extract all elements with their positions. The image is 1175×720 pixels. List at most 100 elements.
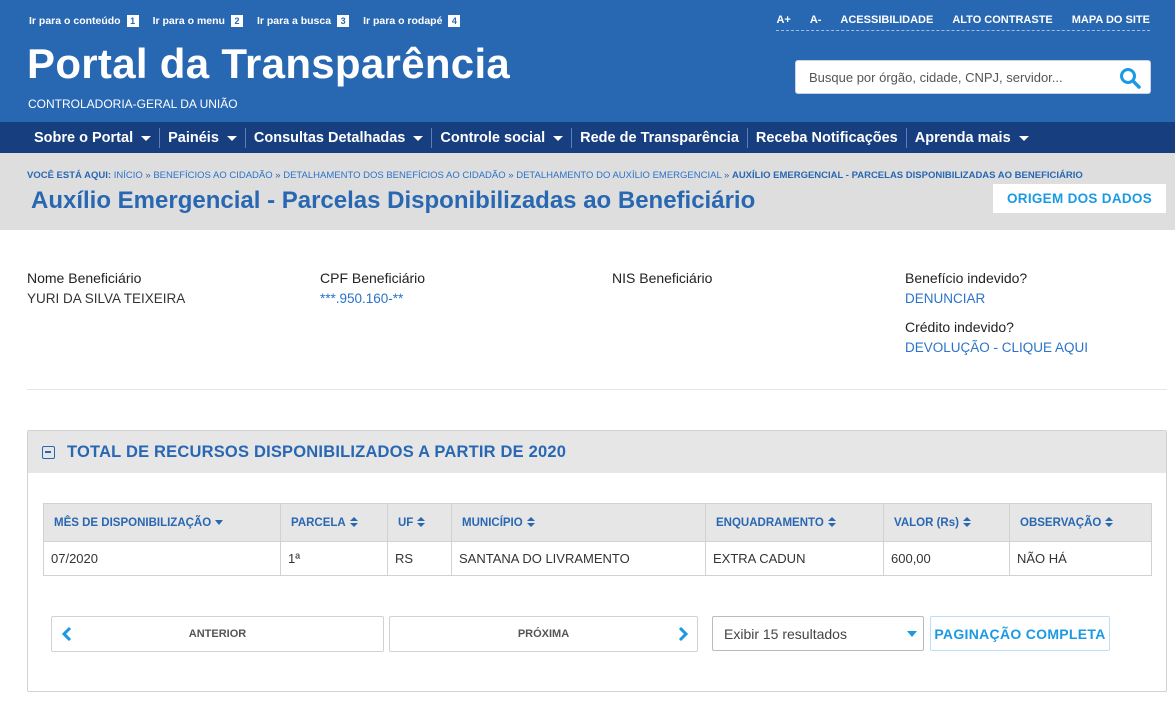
- breadcrumb-separator: »: [142, 170, 154, 181]
- high-contrast-toggle[interactable]: ALTO CONTRASTE: [952, 14, 1052, 26]
- page-title: Auxílio Emergencial - Parcelas Disponibi…: [31, 187, 756, 214]
- breadcrumb: VOCÊ ESTÁ AQUI: INÍCIO » BENEFÍCIOS AO C…: [27, 170, 1083, 181]
- breadcrumb-link-detalhamento-beneficios[interactable]: DETALHAMENTO DOS BENEFÍCIOS AO CIDADÃO: [283, 170, 505, 181]
- chevron-down-icon: [907, 631, 917, 637]
- chevron-down-icon: [226, 135, 237, 141]
- skip-to-content-link[interactable]: Ir para o conteúdo 1: [29, 15, 139, 27]
- breadcrumb-separator: »: [721, 170, 732, 181]
- skip-to-footer-link[interactable]: Ir para o rodapé 4: [363, 15, 461, 27]
- beneficiary-cpf-label: CPF Beneficiário: [320, 270, 426, 286]
- refund-link[interactable]: DEVOLUÇÃO - CLIQUE AQUI: [905, 340, 1088, 355]
- cell-classification: EXTRA CADUN: [705, 541, 884, 576]
- skip-link-label: Ir para o rodapé: [363, 15, 443, 27]
- column-header-value[interactable]: VALOR (Rs): [883, 503, 1010, 542]
- breadcrumb-separator: »: [505, 170, 517, 181]
- previous-page-button[interactable]: ANTERIOR: [51, 616, 384, 652]
- beneficiary-name-value: YURI DA SILVA TEIXEIRA: [27, 291, 186, 306]
- column-header-label: PARCELA: [291, 516, 346, 529]
- undue-benefit-label: Benefício indevido?: [905, 270, 1028, 286]
- sort-icon: [417, 517, 426, 528]
- skip-link-key: 1: [126, 15, 139, 27]
- section-divider: [27, 389, 1167, 390]
- nav-item-label: Controle social: [440, 129, 546, 146]
- nav-item-label: Painéis: [168, 129, 219, 146]
- cell-uf: RS: [387, 541, 452, 576]
- column-header-month[interactable]: MÊS DE DISPONIBILIZAÇÃO: [43, 503, 281, 542]
- next-page-label: PRÓXIMA: [517, 628, 570, 640]
- nav-item-paineis[interactable]: Painéis: [160, 127, 246, 148]
- cell-month: 07/2020: [43, 541, 281, 576]
- report-block: Benefício indevido? DENUNCIAR Crédito in…: [905, 270, 1088, 355]
- search-box: [795, 60, 1151, 94]
- column-header-municipality[interactable]: MUNICÍPIO: [451, 503, 706, 542]
- nav-item-receba-notificacoes[interactable]: Receba Notificações: [748, 127, 907, 148]
- breadcrumb-link-inicio[interactable]: INÍCIO: [114, 170, 143, 181]
- breadcrumb-current: AUXÍLIO EMERGENCIAL - PARCELAS DISPONIBI…: [731, 170, 1083, 181]
- cell-value: 600,00: [883, 541, 1010, 576]
- nav-item-consultas-detalhadas[interactable]: Consultas Detalhadas: [246, 127, 433, 148]
- page-size-select[interactable]: Exibir 15 resultados: [712, 616, 924, 651]
- skip-links: Ir para o conteúdo 1 Ir para o menu 2 Ir…: [29, 15, 461, 27]
- site-subtitle: CONTROLADORIA-GERAL DA UNIÃO: [28, 97, 238, 111]
- breadcrumb-separator: »: [272, 170, 284, 181]
- chevron-down-icon: [141, 135, 152, 141]
- full-pagination-button[interactable]: PAGINAÇÃO COMPLETA: [930, 616, 1110, 651]
- page-title-bar: VOCÊ ESTÁ AQUI: INÍCIO » BENEFÍCIOS AO C…: [0, 153, 1175, 230]
- skip-link-label: Ir para o conteúdo: [29, 15, 121, 27]
- sort-icon: [349, 517, 358, 528]
- cell-observation: NÃO HÁ: [1009, 541, 1152, 576]
- accessibility-tools: A+ A- ACESSIBILIDADE ALTO CONTRASTE MAPA…: [776, 14, 1150, 31]
- column-header-uf[interactable]: UF: [387, 503, 452, 542]
- skip-link-key: 3: [337, 15, 350, 27]
- search-icon[interactable]: [1118, 66, 1142, 90]
- sort-icon: [1105, 517, 1114, 528]
- installments-table: MÊS DE DISPONIBILIZAÇÃO PARCELA UF MUNIC…: [43, 503, 1152, 576]
- beneficiary-cpf-link[interactable]: ***.950.160-**: [320, 291, 425, 306]
- site-logo-title[interactable]: Portal da Transparência: [27, 40, 510, 88]
- increase-font-button[interactable]: A+: [776, 14, 790, 26]
- chevron-left-icon: [61, 627, 72, 641]
- column-header-observation[interactable]: OBSERVAÇÃO: [1009, 503, 1152, 542]
- search-input[interactable]: [796, 61, 1106, 93]
- table-row: 07/2020 1ª RS SANTANA DO LIVRAMENTO EXTR…: [43, 541, 1152, 576]
- breadcrumb-link-beneficios[interactable]: BENEFÍCIOS AO CIDADÃO: [153, 170, 272, 181]
- cell-municipality: SANTANA DO LIVRAMENTO: [451, 541, 706, 576]
- nav-item-controle-social[interactable]: Controle social: [432, 127, 573, 148]
- data-origin-button[interactable]: ORIGEM DOS DADOS: [993, 184, 1166, 213]
- nav-item-rede-de-transparencia[interactable]: Rede de Transparência: [572, 127, 748, 148]
- beneficiary-name-block: Nome Beneficiário YURI DA SILVA TEIXEIRA: [27, 270, 185, 306]
- chevron-down-icon: [553, 135, 564, 141]
- table-header-row: MÊS DE DISPONIBILIZAÇÃO PARCELA UF MUNIC…: [43, 503, 1152, 542]
- beneficiary-name-label: Nome Beneficiário: [27, 270, 142, 286]
- next-page-button[interactable]: PRÓXIMA: [389, 616, 698, 652]
- decrease-font-button[interactable]: A-: [810, 14, 822, 26]
- column-header-classification[interactable]: ENQUADRAMENTO: [705, 503, 884, 542]
- skip-to-search-link[interactable]: Ir para a busca 3: [257, 15, 350, 27]
- panel-header[interactable]: TOTAL DE RECURSOS DISPONIBILIZADOS A PAR…: [28, 431, 1166, 473]
- skip-link-label: Ir para o menu: [152, 15, 225, 27]
- skip-link-key: 2: [230, 15, 243, 27]
- accessibility-link[interactable]: ACESSIBILIDADE: [840, 14, 933, 26]
- nav-item-sobre-o-portal[interactable]: Sobre o Portal: [26, 127, 161, 148]
- nav-item-label: Receba Notificações: [755, 129, 898, 146]
- breadcrumb-link-detalhamento-auxilio[interactable]: DETALHAMENTO DO AUXÍLIO EMERGENCIAL: [516, 170, 721, 181]
- beneficiary-cpf-block: CPF Beneficiário ***.950.160-**: [320, 270, 425, 306]
- site-map-link[interactable]: MAPA DO SITE: [1072, 14, 1150, 26]
- chevron-right-icon: [678, 627, 689, 641]
- column-header-label: MUNICÍPIO: [462, 516, 523, 529]
- column-header-installment[interactable]: PARCELA: [280, 503, 388, 542]
- column-header-label: VALOR (Rs): [894, 516, 959, 529]
- beneficiary-nis-label: NIS Beneficiário: [612, 270, 713, 286]
- nav-item-aprenda-mais[interactable]: Aprenda mais: [907, 128, 1037, 148]
- collapse-icon[interactable]: [42, 445, 55, 459]
- nav-item-label: Aprenda mais: [914, 129, 1011, 146]
- panel-title: TOTAL DE RECURSOS DISPONIBILIZADOS A PAR…: [67, 442, 567, 461]
- chevron-down-icon: [1018, 135, 1029, 141]
- column-header-label: UF: [398, 516, 414, 529]
- skip-to-menu-link[interactable]: Ir para o menu 2: [153, 15, 243, 27]
- report-link[interactable]: DENUNCIAR: [905, 291, 1088, 306]
- site-header: Ir para o conteúdo 1 Ir para o menu 2 Ir…: [0, 0, 1175, 122]
- page-size-value: Exibir 15 resultados: [724, 625, 847, 642]
- nav-item-label: Sobre o Portal: [34, 129, 134, 146]
- column-header-label: MÊS DE DISPONIBILIZAÇÃO: [54, 516, 212, 529]
